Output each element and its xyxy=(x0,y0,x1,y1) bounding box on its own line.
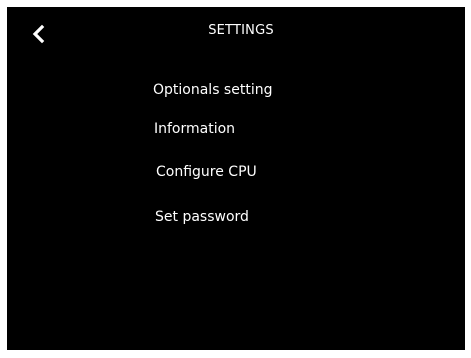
menu-item-configure-cpu[interactable]: Configure CPU xyxy=(156,162,257,182)
menu-item-information[interactable]: Information xyxy=(154,119,235,139)
page-title: SETTINGS xyxy=(208,23,274,38)
header-bar: SETTINGS xyxy=(7,7,465,57)
menu-item-optionals-setting[interactable]: Optionals setting xyxy=(153,80,272,100)
menu-item-set-password[interactable]: Set password xyxy=(155,207,249,227)
settings-screen: SETTINGS Optionals setting Information C… xyxy=(7,7,465,350)
